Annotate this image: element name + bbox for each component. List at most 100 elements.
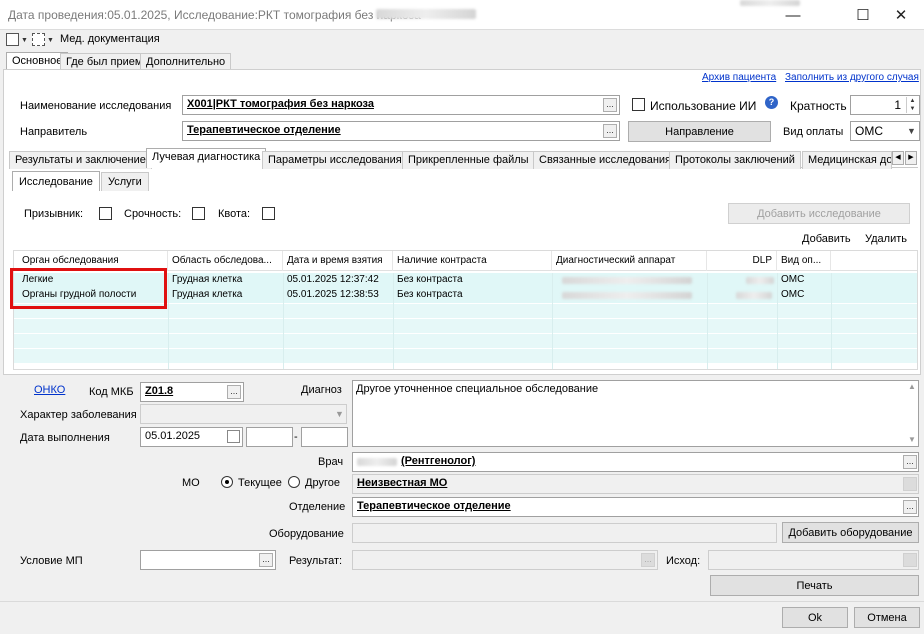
grid-line [393, 273, 394, 369]
equipment-field[interactable] [352, 523, 777, 543]
department-label: Отделение [289, 501, 346, 513]
print-preview-icon[interactable] [6, 33, 19, 46]
referral-button[interactable]: Направление [628, 121, 771, 142]
exec-time-end[interactable] [301, 427, 348, 447]
equipment-label: Оборудование [269, 528, 344, 540]
help-icon[interactable]: ? [765, 96, 778, 109]
col-payment[interactable]: Вид оп... [777, 251, 831, 271]
col-dlp[interactable]: DLP [707, 251, 777, 271]
mo-field[interactable]: Неизвестная МО [352, 474, 919, 494]
tab-medical-docs[interactable]: Медицинская до [802, 151, 892, 169]
cell-contrast: Без контраста [397, 289, 463, 300]
mo-current-radio[interactable] [221, 476, 233, 488]
doctor-role: (Рентгенолог) [401, 455, 476, 467]
mo-other-label: Другое [305, 477, 340, 489]
department-picker-button[interactable]: ... [903, 500, 917, 514]
referrer-field[interactable]: Терапевтическое отделение [182, 121, 620, 141]
mkb-picker-button[interactable]: ... [227, 385, 241, 399]
mo-other-radio[interactable] [288, 476, 300, 488]
close-button[interactable]: ✕ [878, 0, 924, 30]
mp-condition-picker-button[interactable]: ... [259, 553, 273, 567]
scroll-up-icon[interactable]: ▲ [908, 382, 916, 391]
tab-protocols[interactable]: Протоколы заключений [669, 151, 801, 169]
conscript-checkbox[interactable] [99, 207, 112, 220]
document-list-icon[interactable] [32, 33, 45, 46]
tab-results[interactable]: Результаты и заключение [9, 151, 152, 169]
delete-row-button[interactable]: Удалить [865, 233, 907, 245]
redacted-patient-name [376, 9, 476, 19]
mo-picker-button[interactable] [903, 477, 917, 491]
add-equipment-button[interactable]: Добавить оборудование [782, 522, 919, 543]
outcome-label: Исход: [666, 555, 701, 567]
grid-line [707, 273, 708, 369]
cancel-button[interactable]: Отмена [854, 607, 920, 628]
window-title: Дата проведения:05.01.2025, Исследование… [8, 8, 429, 22]
conscript-label: Призывник: [24, 208, 84, 220]
minimize-button[interactable]: — [770, 0, 816, 30]
study-name-picker-button[interactable]: ... [603, 98, 617, 112]
add-study-button[interactable]: Добавить исследование [728, 203, 910, 224]
quota-checkbox[interactable] [262, 207, 275, 220]
diagnosis-label: Диагноз [301, 384, 342, 396]
disease-nature-select[interactable] [140, 404, 347, 424]
chevron-down-icon[interactable]: ▼ [47, 37, 54, 44]
patient-archive-link[interactable]: Архив пациента [702, 72, 776, 83]
outcome-field[interactable] [708, 550, 919, 570]
cell-contrast: Без контраста [397, 274, 463, 285]
multiplicity-spinner[interactable]: ▲ ▼ [906, 97, 918, 113]
study-name-field[interactable]: X001|РКТ томография без наркоза [182, 95, 620, 115]
doctor-field[interactable]: (Рентгенолог) [352, 452, 919, 472]
fill-from-other-link[interactable]: Заполнить из другого случая [785, 72, 919, 83]
tabs-scroll-left-icon[interactable]: ◀ [892, 151, 904, 165]
empty-row [14, 318, 917, 333]
diagnosis-textarea[interactable]: Другое уточненное специальное обследован… [352, 380, 919, 447]
result-field[interactable] [352, 550, 658, 570]
col-empty [831, 251, 917, 271]
outcome-picker-button[interactable] [903, 553, 917, 567]
col-area[interactable]: Область обследова... [168, 251, 283, 271]
tab-study-params[interactable]: Параметры исследования [262, 151, 408, 169]
cell-payment: ОМС [781, 289, 805, 300]
tab-attached-files[interactable]: Прикрепленные файлы [402, 151, 535, 169]
onko-link[interactable]: ОНКО [34, 384, 65, 396]
redacted-dlp [736, 292, 772, 299]
urgency-label: Срочность: [124, 208, 182, 220]
tab-related-studies[interactable]: Связанные исследования [533, 151, 677, 169]
tabs-scroll-right-icon[interactable]: ▶ [905, 151, 917, 165]
payment-label: Вид оплаты [783, 126, 844, 138]
result-picker-button[interactable]: ... [641, 553, 655, 567]
empty-row [14, 333, 917, 348]
ai-use-checkbox[interactable] [632, 98, 645, 111]
department-field[interactable]: Терапевтическое отделение [352, 497, 919, 517]
doctor-label: Врач [318, 456, 344, 468]
highlight-box [10, 268, 167, 309]
print-button[interactable]: Печать [710, 575, 919, 596]
grid-line [283, 273, 284, 369]
add-row-button[interactable]: Добавить [802, 233, 851, 245]
subtab-study[interactable]: Исследование [12, 171, 100, 191]
chevron-down-icon[interactable]: ▼ [335, 409, 344, 419]
urgency-checkbox[interactable] [192, 207, 205, 220]
referrer-picker-button[interactable]: ... [603, 124, 617, 138]
doctor-picker-button[interactable]: ... [903, 455, 917, 469]
col-datetime[interactable]: Дата и время взятия [283, 251, 393, 271]
exec-date-label: Дата выполнения [20, 432, 110, 444]
calendar-icon[interactable] [227, 430, 240, 443]
chevron-down-icon[interactable]: ▼ [907, 126, 916, 136]
grid-line [552, 273, 553, 369]
tab-radiology[interactable]: Лучевая диагностика [146, 148, 267, 168]
col-contrast[interactable]: Наличие контраста [393, 251, 552, 271]
exec-time-start[interactable] [246, 427, 293, 447]
mp-condition-field[interactable] [140, 550, 276, 570]
chevron-down-icon[interactable]: ▼ [21, 37, 28, 44]
mo-label: МО [182, 477, 200, 489]
empty-row [14, 348, 917, 363]
med-docs-menu[interactable]: Мед. документация [60, 33, 160, 45]
ok-button[interactable]: Ok [782, 607, 848, 628]
grid-line [168, 273, 169, 369]
scroll-down-icon[interactable]: ▼ [908, 435, 916, 444]
cell-area: Грудная клетка [172, 274, 243, 285]
col-device[interactable]: Диагностический аппарат [552, 251, 707, 271]
subtab-services[interactable]: Услуги [101, 172, 149, 191]
redacted-doctor-name [357, 458, 397, 466]
